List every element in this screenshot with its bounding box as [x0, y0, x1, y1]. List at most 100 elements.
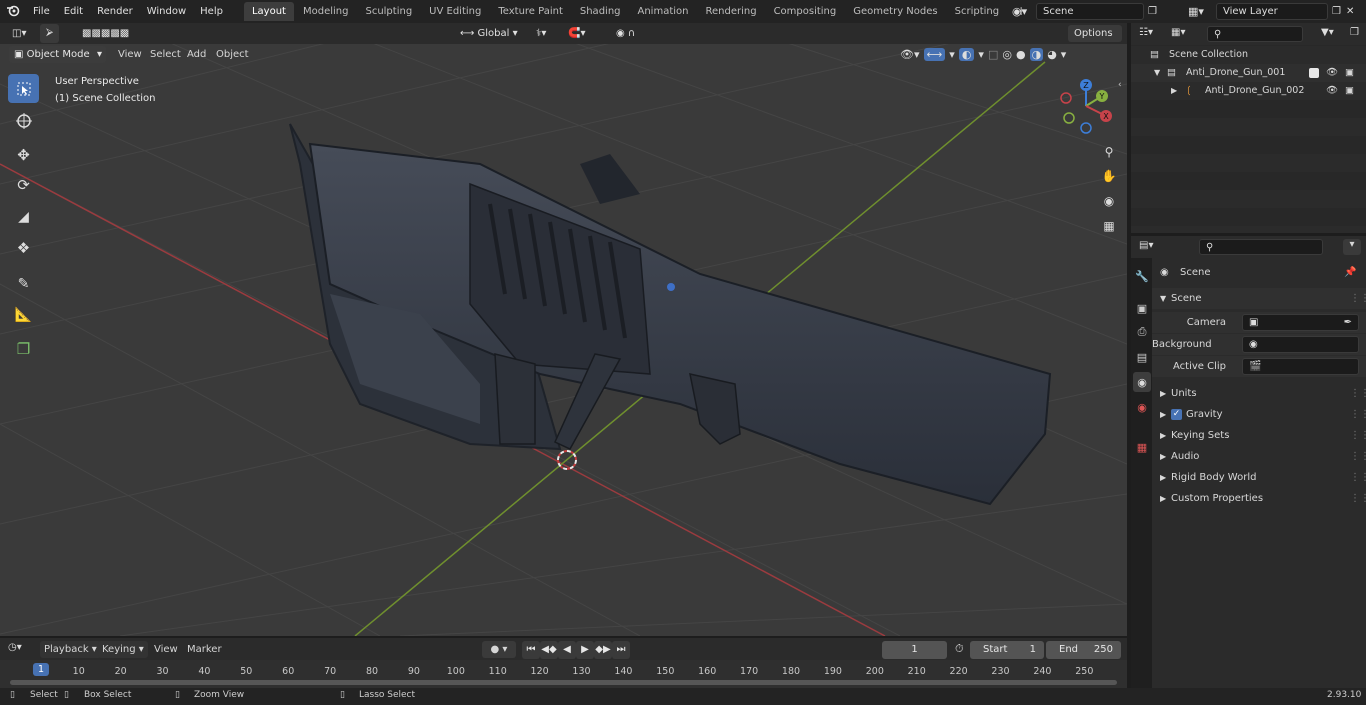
3d-viewport[interactable]: User Perspective (1) Scene Collection Z … [0, 44, 1127, 636]
annotate-tool[interactable]: ✎ [8, 269, 39, 298]
menu-help[interactable]: Help [193, 0, 230, 23]
current-frame-field[interactable]: 1 [882, 641, 947, 659]
new-scene-icon[interactable]: ❐ [1148, 6, 1157, 17]
timeline-editor-icon[interactable]: ◷▾ [8, 642, 22, 653]
expand-arrow-icon[interactable]: ▶ [1171, 82, 1177, 100]
overlay-toggle-icon[interactable]: ◐ [958, 48, 975, 61]
eye-icon[interactable]: 👁 [1326, 64, 1338, 82]
tab-layout[interactable]: Layout [243, 2, 294, 21]
background-scene-field[interactable]: ◉ [1242, 336, 1359, 353]
exclude-checkbox[interactable] [1309, 68, 1319, 78]
camera-icon[interactable]: ▣ [1345, 82, 1354, 100]
tool-tab-icon[interactable]: 🔧 [1133, 266, 1151, 286]
drag-handle-icon[interactable]: ⋮⋮ [1350, 488, 1366, 509]
viewport-menu-select[interactable]: Select [150, 49, 181, 60]
audio-subpanel[interactable]: ▶ Audio ⋮⋮ [1152, 446, 1366, 467]
perspective-toggle-icon[interactable]: ▦ [1099, 216, 1119, 236]
output-tab-icon[interactable]: ⎙ [1133, 322, 1151, 342]
gizmo-toggle-icon[interactable]: ⟷ [923, 48, 946, 61]
camera-view-icon[interactable]: ◉ [1099, 191, 1119, 211]
scene-selector[interactable]: ◉▾ Scene ❐ [1012, 2, 1164, 20]
gravity-subpanel[interactable]: ▶ ✓ Gravity ⋮⋮ [1152, 404, 1366, 425]
outliner-search-input[interactable]: ⚲ [1207, 26, 1303, 42]
menu-window[interactable]: Window [140, 0, 193, 23]
tab-shading[interactable]: Shading [572, 2, 629, 21]
eye-icon[interactable]: 👁 [1326, 82, 1338, 100]
timeline-area[interactable]: 1 10 20 30 40 50 60 70 80 90 100 110 120 130 140 150 160… [0, 660, 1127, 688]
play-icon[interactable]: ▶ [576, 641, 594, 659]
options-button[interactable]: Options ▾ [1068, 25, 1122, 56]
display-mode-icon[interactable]: ▦▾ [1171, 27, 1185, 38]
rotate-tool[interactable]: ⟳ [8, 170, 39, 199]
visibility-icon[interactable]: 👁▾ [900, 48, 920, 61]
snap-icon[interactable]: 🧲▾ [562, 25, 591, 42]
drag-handle-icon[interactable]: ⋮⋮ [1350, 383, 1366, 404]
timeline-scrollbar[interactable] [10, 680, 1117, 685]
expand-arrow-icon[interactable]: ▼ [1154, 64, 1160, 82]
scale-tool[interactable]: ◢ [8, 202, 39, 231]
select-box-tool[interactable] [8, 74, 39, 103]
select-mode-icon[interactable]: ⮚ [40, 24, 60, 43]
transform-orientation-dropdown[interactable]: ⟷ Global ▾ [454, 25, 524, 42]
solid-shading-icon[interactable]: ● [1016, 48, 1026, 61]
navigation-gizmo[interactable]: Z Y X [1056, 76, 1116, 136]
menu-render[interactable]: Render [90, 0, 140, 23]
drag-handle-icon[interactable]: ⋮⋮ [1350, 425, 1366, 446]
outliner-row-anti-drone-gun-001[interactable]: ▼ ▤ Anti_Drone_Gun_001 👁 ▣ [1131, 64, 1366, 82]
menu-edit[interactable]: Edit [57, 0, 90, 23]
jump-end-icon[interactable]: ⏭ [612, 641, 630, 659]
material-shading-icon[interactable]: ◑ [1029, 48, 1044, 61]
end-frame-field[interactable]: End 250 [1046, 641, 1121, 659]
drag-handle-icon[interactable]: ⋮⋮ [1350, 446, 1366, 467]
anti-drone-gun-model[interactable] [289, 123, 1052, 506]
custom-properties-subpanel[interactable]: ▶ Custom Properties ⋮⋮ [1152, 488, 1366, 509]
jump-keyframe-forward-icon[interactable]: ◆▶ [594, 641, 612, 659]
cursor-tool[interactable] [8, 106, 39, 135]
editor-type-icon[interactable]: ◫▾ [6, 25, 32, 42]
timeline-menu-keying[interactable]: Keying ▾ [98, 641, 148, 658]
keying-sets-subpanel[interactable]: ▶ Keying Sets ⋮⋮ [1152, 425, 1366, 446]
drag-handle-icon[interactable]: ⋮⋮ [1350, 467, 1366, 488]
transform-tool[interactable]: ❖ [8, 233, 39, 262]
tab-animation[interactable]: Animation [630, 2, 697, 21]
scene-name-field[interactable]: Scene [1036, 2, 1144, 20]
pin-icon[interactable]: 📌 [1344, 262, 1356, 283]
gravity-checkbox[interactable]: ✓ [1171, 409, 1182, 420]
stopwatch-icon[interactable]: ⏱ [955, 642, 964, 656]
drag-handle-icon[interactable]: ⋮⋮ [1350, 404, 1366, 425]
menu-file[interactable]: File [26, 0, 57, 23]
tab-rendering[interactable]: Rendering [697, 2, 764, 21]
jump-start-icon[interactable]: ⏮ [522, 641, 540, 659]
selection-modes[interactable]: ▩▩▩▩▩ [76, 25, 135, 42]
new-view-layer-icon[interactable]: ❐ [1332, 6, 1341, 17]
properties-options-icon[interactable]: ▾ [1343, 239, 1361, 255]
proportional-edit-icon[interactable]: ◉ ∩ [610, 25, 641, 42]
eyedropper-icon[interactable]: ✒ [1344, 315, 1352, 330]
auto-keying-icon[interactable]: ● ▾ [482, 641, 516, 658]
new-collection-icon[interactable]: ❐ [1350, 27, 1359, 38]
timeline-menu-marker[interactable]: Marker [187, 644, 222, 655]
view-layer-name-field[interactable]: View Layer [1216, 2, 1328, 20]
play-reverse-icon[interactable]: ◀ [558, 641, 576, 659]
scene-tab-icon[interactable]: ◉ [1133, 372, 1151, 392]
blender-logo-icon[interactable] [0, 3, 26, 20]
add-cube-tool[interactable]: ❐ [8, 334, 39, 363]
outliner-row-scene-collection[interactable]: ▤ Scene Collection [1131, 46, 1366, 64]
scene-panel-header[interactable]: ▼ Scene ⋮⋮ [1152, 288, 1366, 309]
start-frame-field[interactable]: Start 1 [970, 641, 1044, 659]
tab-geometry-nodes[interactable]: Geometry Nodes [845, 2, 945, 21]
filter-icon[interactable]: ▼▾ [1321, 27, 1334, 38]
tab-scripting[interactable]: Scripting [947, 2, 1007, 21]
pivot-point-icon[interactable]: ⚕▾ [530, 25, 552, 42]
jump-keyframe-back-icon[interactable]: ◀◆ [540, 641, 558, 659]
object-mode-dropdown[interactable]: ▣ Object Mode ▾ [9, 46, 106, 63]
pan-hand-icon[interactable]: ✋ [1099, 166, 1119, 186]
remove-view-layer-icon[interactable]: ✕ [1346, 6, 1354, 17]
viewport-menu-view[interactable]: View [118, 49, 142, 60]
measure-tool[interactable]: 📐 [8, 300, 39, 329]
wireframe-shading-icon[interactable]: ◎ [1002, 48, 1012, 61]
outliner-row-anti-drone-gun-002[interactable]: ▶ ❲ Anti_Drone_Gun_002 👁 ▣ [1131, 82, 1366, 100]
view-layer-selector[interactable]: ▦▾ View Layer ❐ ✕ [1188, 2, 1366, 20]
timeline-menu-playback[interactable]: Playback ▾ [40, 641, 101, 658]
camera-field[interactable]: ▣ ✒ [1242, 314, 1359, 331]
